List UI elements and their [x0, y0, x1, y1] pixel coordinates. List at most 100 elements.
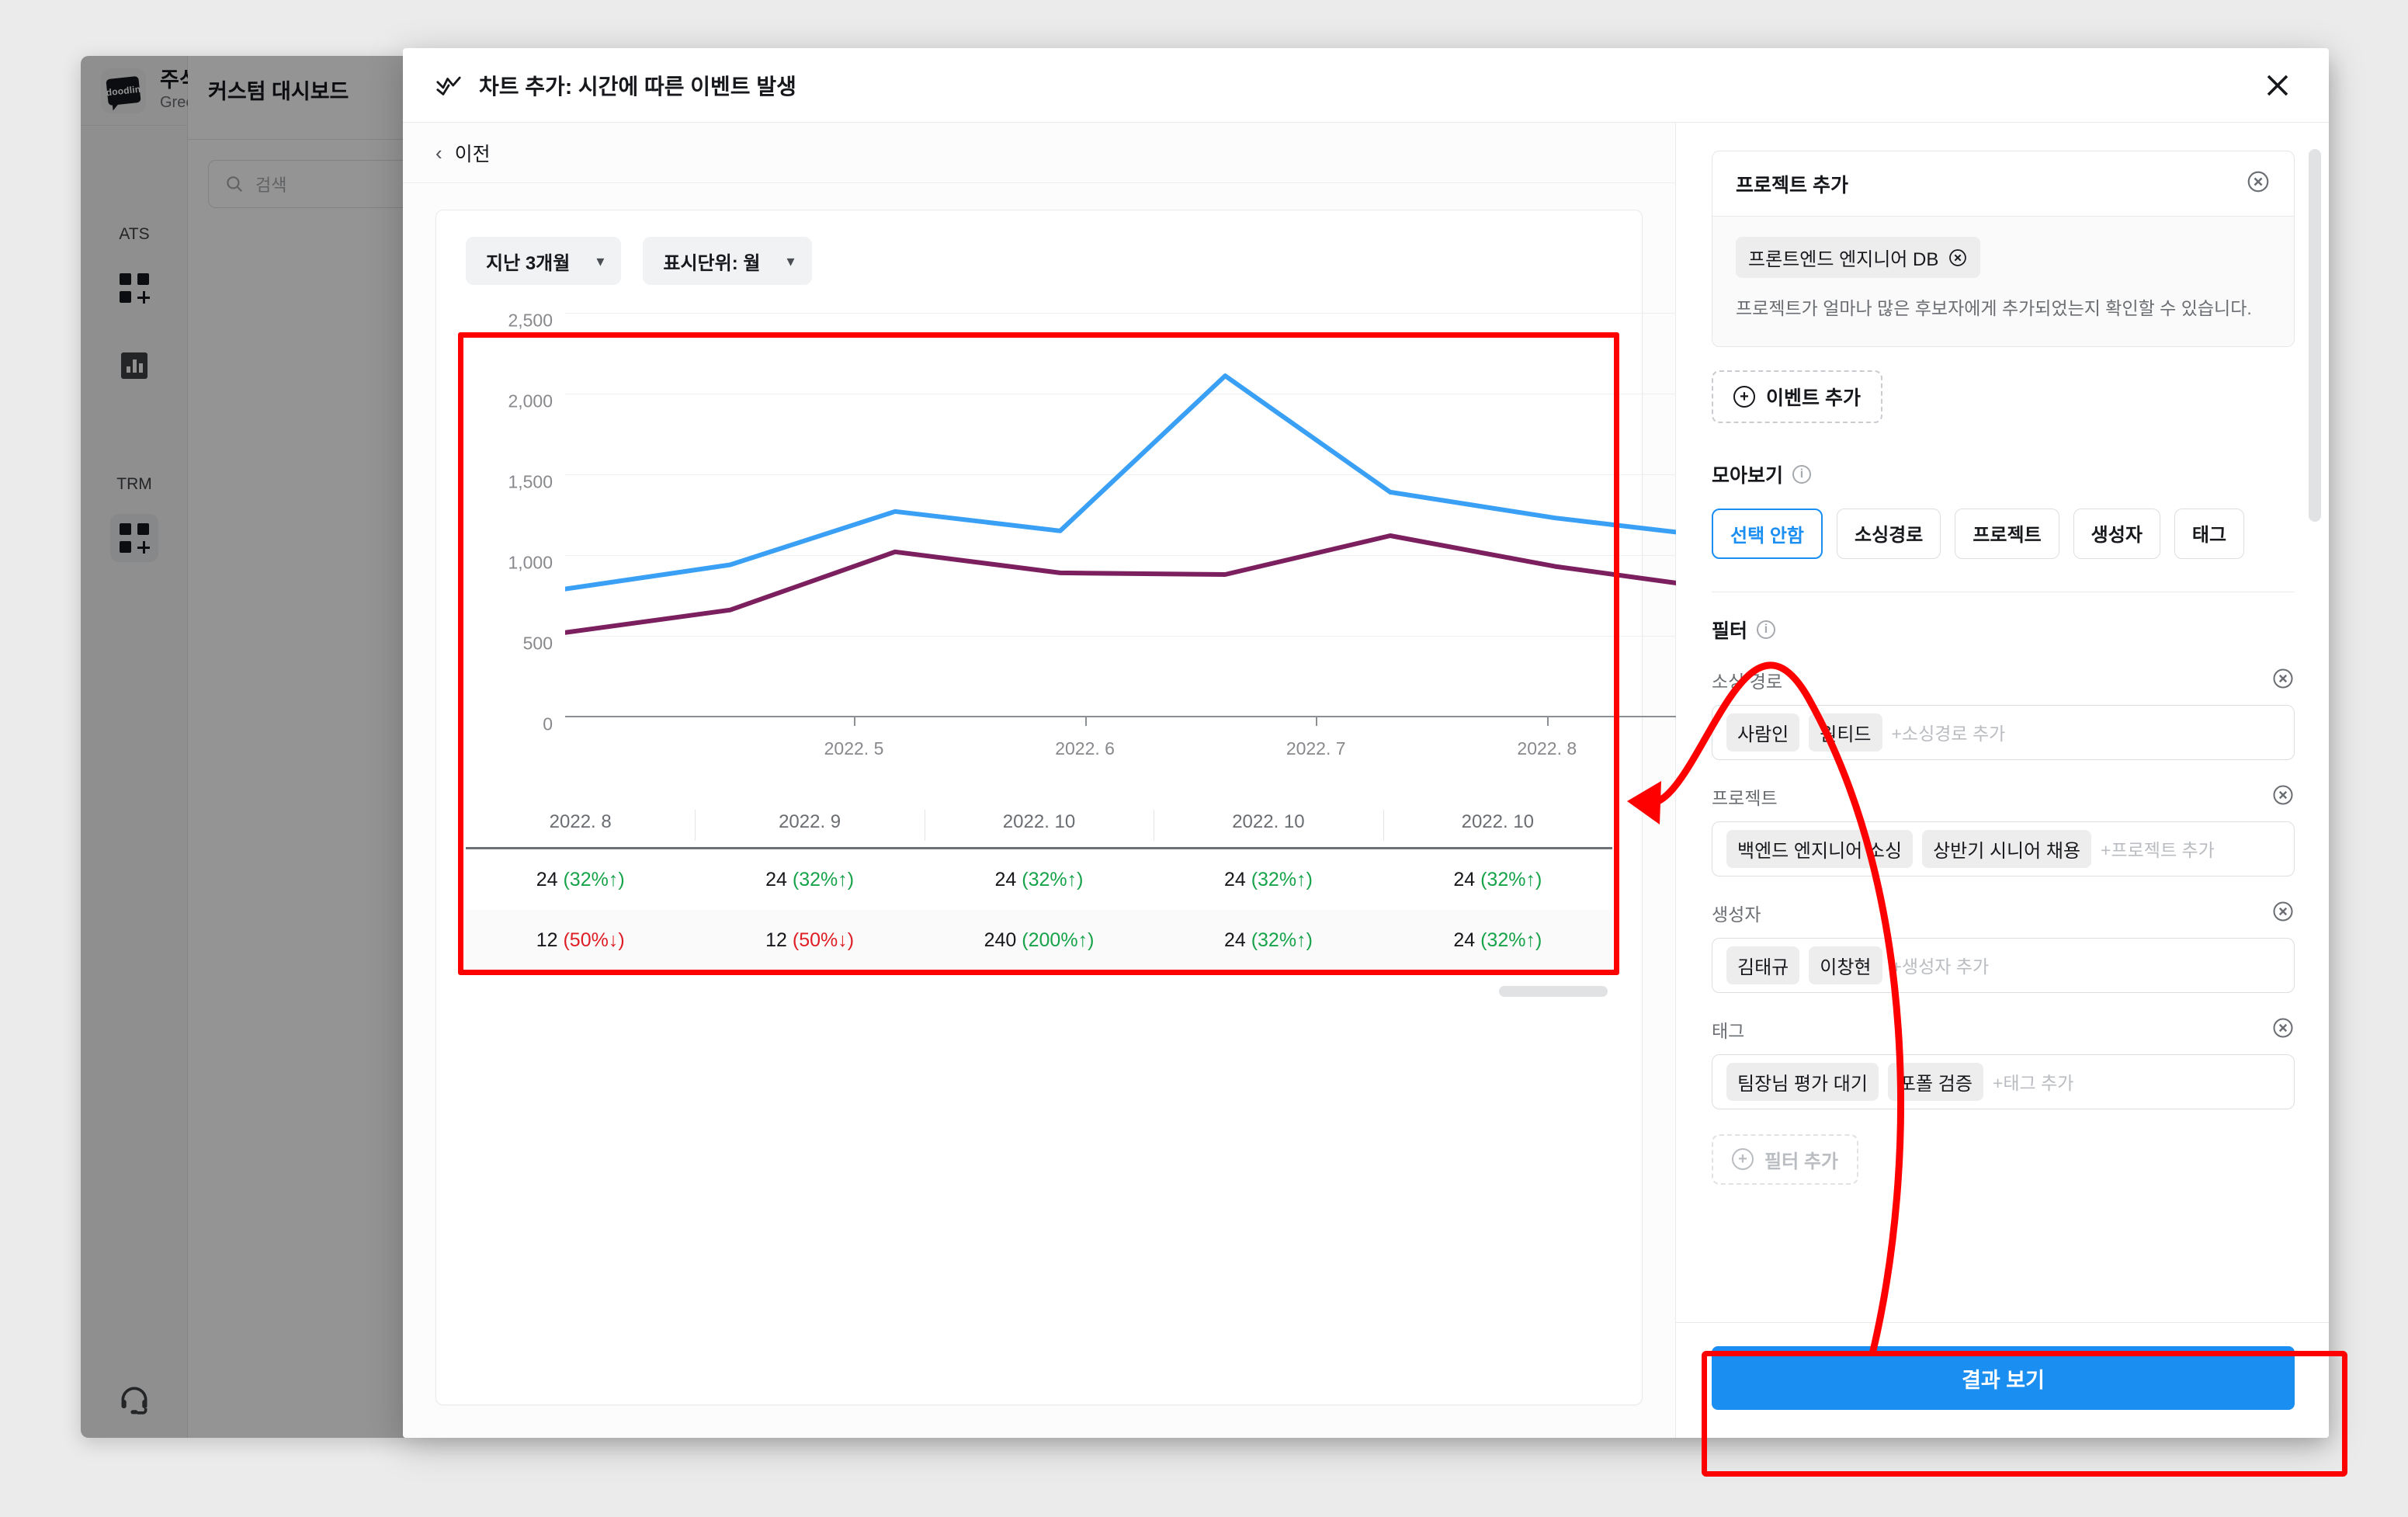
table-cell: 24 (32%↑) [1383, 869, 1612, 891]
chart-controls: 지난 3개월 ▾ 표시단위: 월 ▾ [436, 237, 1642, 285]
table-cell: 12 (50%↓) [695, 929, 924, 952]
submit-button[interactable]: 결과 보기 [1712, 1346, 2295, 1410]
filter-tag-input[interactable]: 김태규 이창현 +생성자 추가 [1712, 937, 2295, 993]
info-icon[interactable]: i [1757, 620, 1776, 639]
support-button[interactable] [110, 1376, 158, 1424]
chart-card: 지난 3개월 ▾ 표시단위: 월 ▾ 0 500 1,000 1,500 2,000 2,… [435, 210, 1720, 1405]
add-filter-button[interactable]: + 필터 추가 [1712, 1133, 1858, 1185]
rail-group-trm-label: TRM [116, 475, 152, 493]
event-card: 프로젝트 추가 프론트엔드 엔지니어 DB 프로젝트가 얼마나 많은 후보자에게… [1712, 151, 2295, 347]
filter-tag-input[interactable]: 팀장님 평가 대기 포폴 검증 +태그 추가 [1712, 1054, 2295, 1109]
cell-value: 12 [536, 929, 564, 951]
filter-remove-button[interactable] [2271, 900, 2295, 927]
modal-title: 차트 추가: 시간에 따른 이벤트 발생 [479, 74, 796, 99]
back-button[interactable]: ‹ 이전 [403, 123, 1675, 183]
group-by-title-row: 모아보기 i [1712, 460, 2295, 488]
cell-value: 24 [1453, 868, 1481, 890]
filter-tag[interactable]: 상반기 시니어 채용 [1922, 829, 2092, 868]
chart-data-table: 2022. 8 2022. 9 2022. 10 2022. 10 2022. 10 2… [466, 810, 1612, 997]
table-column-header: 2022. 9 [695, 810, 924, 847]
chart-line-series-blue [565, 373, 1720, 592]
filter-tag[interactable]: 원티드 [1809, 713, 1882, 752]
cell-delta: (32%↑) [1480, 868, 1542, 890]
logo-text: doodlin [106, 83, 141, 98]
table-column-header: 2022. 10 [1154, 810, 1383, 847]
table-horizontal-scrollbar[interactable] [1499, 986, 1608, 997]
rail-group-ats-label: ATS [119, 225, 150, 243]
x-axis-tick-label: 2022. 6 [1055, 738, 1115, 758]
filter-remove-button[interactable] [2271, 1016, 2295, 1043]
circle-x-icon [2247, 171, 2269, 193]
close-button[interactable] [2259, 67, 2296, 104]
filter-label-row: 태그 [1712, 1016, 2295, 1043]
app-icon-rail: doodlin 주식회사 두들린 Greeting Analytics ATS … [81, 56, 438, 1438]
filter-tag-input[interactable]: 사람인 원티드 +소싱경로 추가 [1712, 704, 2295, 760]
chevron-down-icon: ▾ [786, 252, 795, 270]
filter-add-placeholder: +프로젝트 추가 [2101, 840, 2215, 861]
line-chart: 0 500 1,000 1,500 2,000 2,500 2022. 5 2022. 6 20… [460, 305, 1720, 758]
group-by-option-생성자[interactable]: 생성자 [2073, 508, 2160, 559]
info-icon[interactable]: i [1792, 464, 1812, 484]
filter-tag[interactable]: 백엔드 엔지니어 소싱 [1726, 829, 1914, 868]
group-by-option-태그[interactable]: 태그 [2174, 508, 2245, 559]
divider [188, 139, 437, 140]
table-row: 12 (50%↓) 12 (50%↓) 240 (200%↑) 24 (32%↑) 24… [466, 910, 1612, 970]
cell-value: 24 [1453, 929, 1481, 951]
group-by-options: 선택 안함 소싱경로 프로젝트 생성자 태그 [1712, 508, 2295, 559]
circle-plus-icon: + [1732, 1148, 1754, 1171]
group-by-option-프로젝트[interactable]: 프로젝트 [1955, 508, 2059, 559]
event-card-header: 프로젝트 추가 [1712, 151, 2294, 217]
rail-item-ats-analytics[interactable] [110, 342, 158, 390]
add-event-button[interactable]: + 이벤트 추가 [1712, 370, 1882, 423]
cell-value: 24 [1223, 868, 1251, 890]
cell-delta: (32%↑) [563, 868, 625, 890]
y-axis-tick-label: 1,000 [508, 552, 553, 573]
filter-remove-button[interactable] [2271, 783, 2295, 811]
circle-x-icon[interactable] [1948, 248, 1968, 268]
x-axis-tick [1084, 717, 1087, 726]
cell-delta: (32%↑) [1251, 929, 1313, 951]
filter-title-row: 필터 i [1712, 616, 2295, 644]
filter-tag-input[interactable]: 백엔드 엔지니어 소싱 상반기 시니어 채용 +프로젝트 추가 [1712, 821, 2295, 877]
add-event-label: 이벤트 추가 [1766, 387, 1861, 409]
close-icon [2267, 75, 2288, 95]
group-by-option-소싱경로[interactable]: 소싱경로 [1837, 508, 1941, 559]
y-axis-tick-label: 2,500 [508, 310, 553, 331]
filter-add-placeholder: +태그 추가 [1992, 1073, 2074, 1094]
x-axis-tick [854, 717, 855, 726]
line-chart-icon [436, 76, 461, 95]
chart-line-series-purple [565, 533, 1720, 635]
filter-tag[interactable]: 사람인 [1726, 713, 1800, 752]
event-card-title: 프로젝트 추가 [1736, 174, 1848, 196]
cell-delta: (50%↓) [792, 929, 855, 951]
table-header-row: 2022. 8 2022. 9 2022. 10 2022. 10 2022. 10 [466, 810, 1612, 847]
filter-tag[interactable]: 팀장님 평가 대기 [1726, 1062, 1879, 1101]
rail-item-trm-dashboard[interactable] [110, 514, 158, 562]
chevron-down-icon: ▾ [596, 252, 605, 270]
x-axis-tick-label: 2022. 8 [1517, 738, 1577, 758]
cell-value: 24 [994, 868, 1022, 890]
filter-remove-button[interactable] [2271, 667, 2295, 694]
y-axis-tick-label: 500 [522, 633, 553, 654]
unit-select[interactable]: 표시단위: 월 ▾ [643, 237, 812, 285]
x-axis-tick [1316, 717, 1318, 726]
filter-label-row: 소싱 경로 [1712, 667, 2295, 694]
config-vertical-scrollbar[interactable] [2309, 149, 2321, 522]
filter-tag[interactable]: 김태규 [1726, 946, 1800, 984]
group-by-option-선택-안함[interactable]: 선택 안함 [1712, 508, 1823, 559]
y-axis-tick-label: 1,500 [508, 471, 553, 492]
circle-x-icon [2273, 1018, 2293, 1038]
event-remove-button[interactable] [2246, 169, 2271, 198]
doodlin-logo-icon: doodlin [101, 68, 146, 113]
filter-tag[interactable]: 포폴 검증 [1887, 1062, 1983, 1101]
table-column-header: 2022. 10 [1383, 810, 1612, 847]
search-input[interactable]: 검색 [208, 160, 417, 208]
date-range-select[interactable]: 지난 3개월 ▾ [466, 237, 622, 285]
search-icon [227, 176, 242, 192]
filter-label-row: 생성자 [1712, 900, 2295, 927]
rail-item-ats-dashboard[interactable] [110, 264, 158, 312]
event-chip[interactable]: 프론트엔드 엔지니어 DB [1736, 237, 1981, 278]
table-cell: 24 (32%↑) [925, 869, 1154, 891]
filter-tag[interactable]: 이창현 [1809, 946, 1882, 984]
chart-plot-area: 0 500 1,000 1,500 2,000 2,500 2022. 5 2022. 6 20… [508, 311, 1720, 758]
